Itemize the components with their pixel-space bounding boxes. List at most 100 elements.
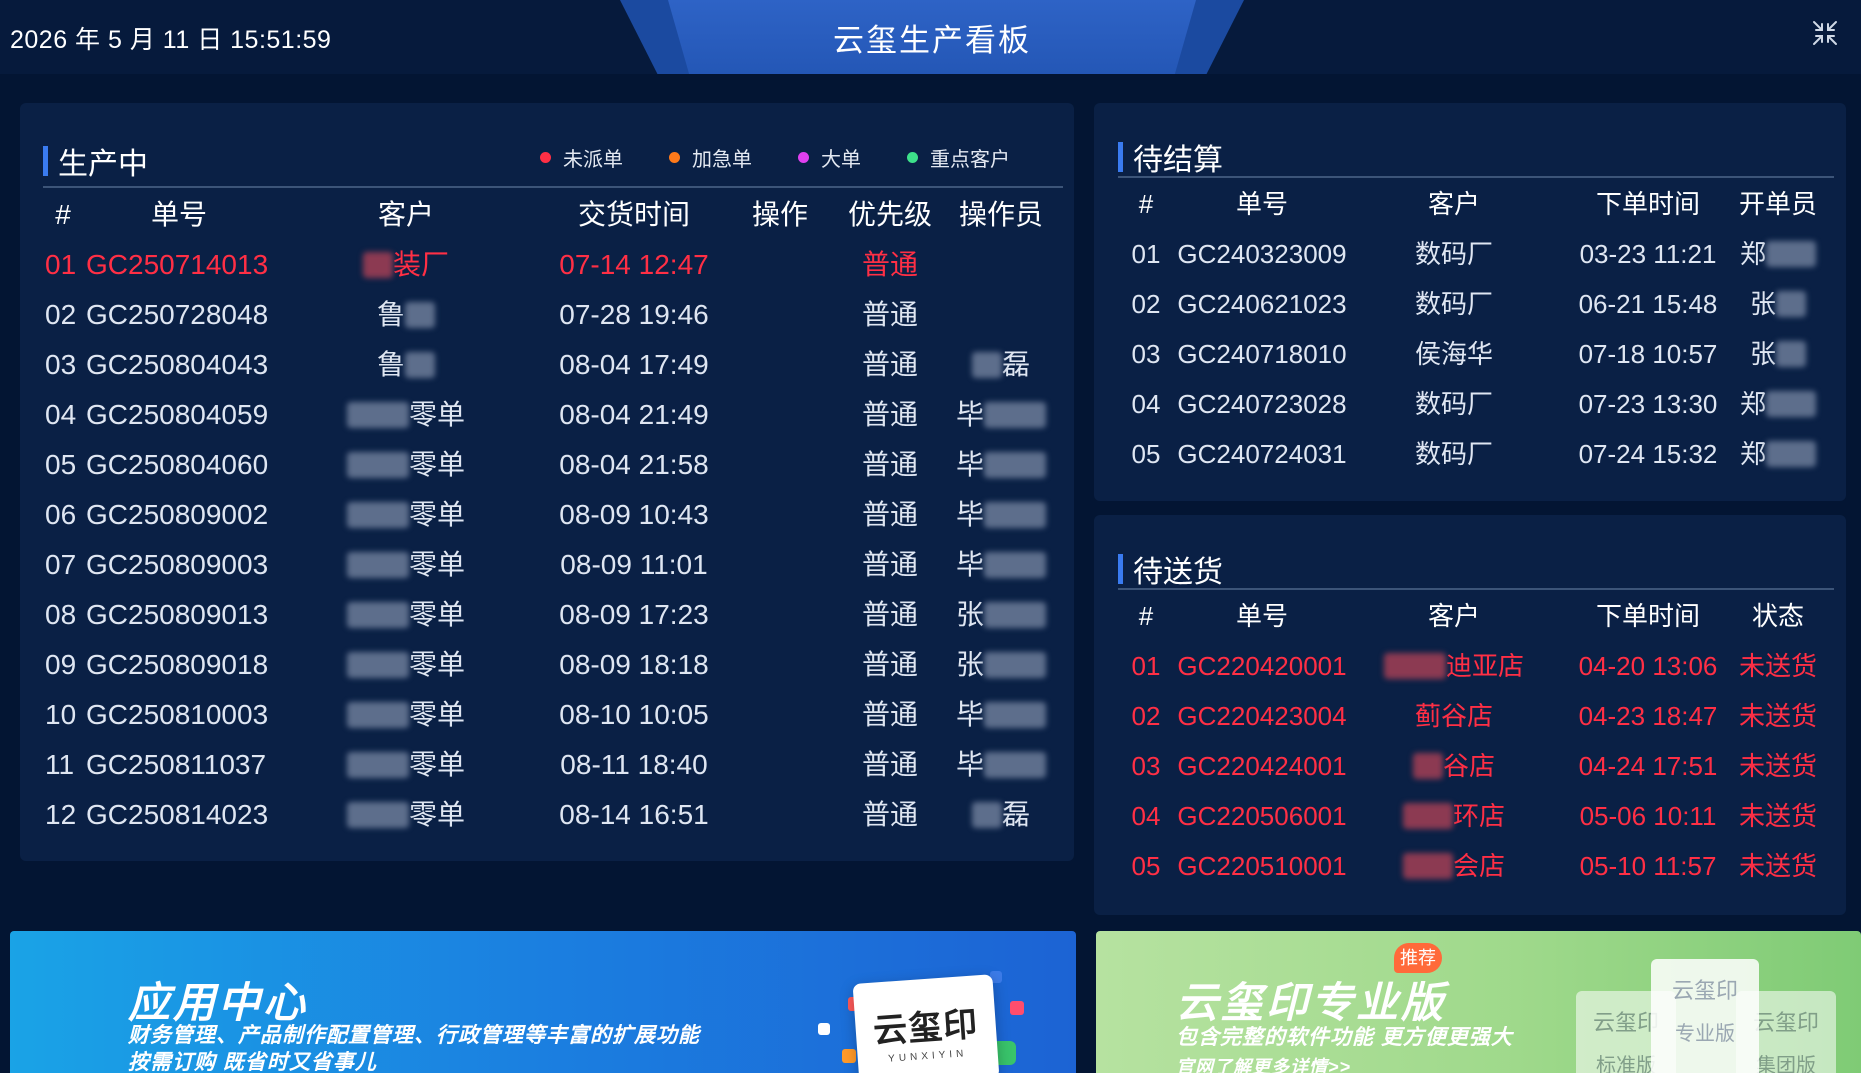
table-row[interactable]: 08 GC250809013 零单 08-09 17:23 普通 张 bbox=[20, 590, 1074, 640]
redacted-text bbox=[984, 402, 1047, 428]
row-operator-text: 张 bbox=[955, 599, 985, 630]
table-row[interactable]: 12 GC250814023 零单 08-14 16:51 普通 磊 bbox=[20, 790, 1074, 840]
row-operator: 张 bbox=[955, 590, 1047, 640]
redacted-text bbox=[1776, 341, 1807, 367]
table-row[interactable]: 02 GC240621023 数码厂 06-21 15:48 张 bbox=[1094, 279, 1846, 329]
pro-edition-banner[interactable]: 云玺印专业版 推荐 包含完整的软件功能 更方便更强大 官网了解更多详情>> 云玺… bbox=[1096, 931, 1861, 1073]
redacted-text bbox=[1776, 291, 1807, 317]
table-row[interactable]: 11 GC250811037 零单 08-11 18:40 普通 毕 bbox=[20, 740, 1074, 790]
table-row[interactable]: 04 GC220506001 环店 05-06 10:11 未送货 bbox=[1094, 791, 1846, 841]
row-idx: 03 bbox=[1131, 751, 1161, 781]
row-order-number: GC220423004 bbox=[1177, 701, 1347, 731]
row-customer: 迪亚店 bbox=[1383, 641, 1525, 691]
table-row[interactable]: 10 GC250810003 零单 08-10 10:05 普通 毕 bbox=[20, 690, 1074, 740]
row-customer-text: 鲁 bbox=[376, 299, 406, 330]
row-customer: 零单 bbox=[346, 390, 466, 440]
redacted-text bbox=[1412, 753, 1443, 779]
row-customer-text: 零单 bbox=[408, 499, 466, 530]
row-idx: 10 bbox=[45, 699, 77, 730]
redacted-text bbox=[984, 602, 1047, 628]
version-logo: 云玺印 bbox=[1752, 1010, 1819, 1035]
table-row[interactable]: 05 GC220510001 会店 05-10 11:57 未送货 bbox=[1094, 841, 1846, 891]
page-title: 云玺生产看板 bbox=[833, 22, 1031, 58]
row-idx: 09 bbox=[45, 649, 77, 680]
row-order-number: GC250728048 bbox=[86, 299, 269, 330]
table-row[interactable]: 03 GC240718010 侯海华 07-18 10:57 张 bbox=[1094, 329, 1846, 379]
row-customer: 零单 bbox=[346, 690, 465, 740]
row-customer: 零单 bbox=[346, 790, 465, 840]
row-clerk-text: 张 bbox=[1749, 339, 1777, 369]
table-row[interactable]: 01 GC250714013 装厂 07-14 12:47 普通 bbox=[20, 240, 1074, 290]
shipping-title-text: 待送货 bbox=[1133, 556, 1223, 589]
row-customer-text: 零单 bbox=[408, 549, 466, 580]
shipping-panel-title: 待送货 bbox=[1118, 547, 1223, 591]
row-operator: 磊 bbox=[971, 790, 1030, 840]
production-panel: 生产中 未派单 加急单 大单 重点客户 # 单号 客户 交货时间 操作 优先级 … bbox=[20, 103, 1074, 861]
row-customer: 零单 bbox=[346, 440, 465, 490]
col-header-priority: 优先级 bbox=[847, 199, 933, 230]
row-delivery-time: 07-14 12:47 bbox=[559, 249, 709, 280]
row-delivery-time: 08-09 18:18 bbox=[559, 649, 709, 680]
table-row[interactable]: 05 GC240724031 数码厂 07-24 15:32 郑 bbox=[1094, 429, 1846, 479]
version-label: 标准版 bbox=[1596, 1055, 1656, 1073]
collapse-arrows-icon[interactable] bbox=[1812, 20, 1838, 46]
col-header-order: 单号 bbox=[150, 199, 208, 230]
row-idx: 04 bbox=[1131, 389, 1161, 419]
row-customer: 会店 bbox=[1402, 841, 1505, 891]
col-header-order: 单号 bbox=[1235, 601, 1289, 631]
table-row[interactable]: 04 GC250804059 零单 08-04 21:49 普通 毕 bbox=[20, 390, 1074, 440]
row-status: 未送货 bbox=[1738, 701, 1818, 731]
row-clerk-text: 郑 bbox=[1739, 389, 1767, 419]
row-order-number: GC240323009 bbox=[1177, 239, 1347, 269]
row-idx: 02 bbox=[45, 299, 77, 330]
row-operator-text: 毕 bbox=[955, 549, 985, 580]
row-customer-text: 零单 bbox=[408, 399, 466, 430]
row-customer: 数码厂 bbox=[1414, 289, 1494, 319]
production-table-header: # 单号 客户 交货时间 操作 优先级 操作员 bbox=[20, 190, 1074, 240]
settlement-panel-title: 待结算 bbox=[1118, 135, 1223, 179]
table-row[interactable]: 02 GC220423004 蓟谷店 04-23 18:47 未送货 bbox=[1094, 691, 1846, 741]
redacted-text bbox=[984, 752, 1047, 778]
row-customer-text: 装厂 bbox=[392, 249, 450, 280]
app-center-banner[interactable]: 应用中心 财务管理、产品制作配置管理、行政管理等丰富的扩展功能 按需订购 既省时… bbox=[10, 931, 1076, 1073]
row-delivery-time: 08-04 21:49 bbox=[559, 399, 709, 430]
row-delivery-time: 07-28 19:46 bbox=[559, 299, 709, 330]
table-row[interactable]: 01 GC240323009 数码厂 03-23 11:21 郑 bbox=[1094, 229, 1846, 279]
table-row[interactable]: 04 GC240723028 数码厂 07-23 13:30 郑 bbox=[1094, 379, 1846, 429]
table-row[interactable]: 03 GC250804043 鲁 08-04 17:49 普通 磊 bbox=[20, 340, 1074, 390]
pro-edition-more-link[interactable]: 官网了解更多详情>> bbox=[1176, 1053, 1351, 1073]
table-row[interactable]: 05 GC250804060 零单 08-04 21:58 普通 毕 bbox=[20, 440, 1074, 490]
row-order-number: GC240723028 bbox=[1177, 389, 1347, 419]
col-header-clerk: 开单员 bbox=[1738, 189, 1818, 219]
table-row[interactable]: 03 GC220424001 谷店 04-24 17:51 未送货 bbox=[1094, 741, 1846, 791]
row-customer: 装厂 bbox=[362, 240, 450, 290]
table-row[interactable]: 07 GC250809003 零单 08-09 11:01 普通 毕 bbox=[20, 540, 1074, 590]
top-header: 2026 年 5 月 11 日 15:51:59 云玺生产看板 bbox=[0, 0, 1861, 74]
row-priority: 普通 bbox=[861, 399, 919, 430]
col-header-order: 单号 bbox=[1235, 189, 1289, 219]
redacted-text bbox=[984, 452, 1047, 478]
row-status: 未送货 bbox=[1738, 851, 1818, 881]
row-order-number: GC250809013 bbox=[86, 599, 269, 630]
row-idx: 05 bbox=[45, 449, 77, 480]
version-card-pro: 云玺印 专业版 bbox=[1651, 959, 1759, 1073]
row-order-number: GC250809018 bbox=[86, 649, 269, 680]
row-customer-text: 迪亚店 bbox=[1445, 651, 1525, 681]
table-row[interactable]: 01 GC220420001 迪亚店 04-20 13:06 未送货 bbox=[1094, 641, 1846, 691]
production-title-text: 生产中 bbox=[58, 148, 148, 181]
table-row[interactable]: 06 GC250809002 零单 08-09 10:43 普通 毕 bbox=[20, 490, 1074, 540]
legend-label: 加急单 bbox=[692, 149, 752, 171]
magenta-dot-icon bbox=[798, 152, 809, 163]
row-idx: 08 bbox=[45, 599, 77, 630]
row-delivery-time: 08-04 21:58 bbox=[559, 449, 709, 480]
table-row[interactable]: 02 GC250728048 鲁 07-28 19:46 普通 bbox=[20, 290, 1074, 340]
redacted-text bbox=[346, 552, 409, 578]
row-order-number: GC250811037 bbox=[86, 749, 267, 780]
row-order-number: GC250804059 bbox=[86, 399, 269, 430]
title-accent-bar bbox=[1118, 142, 1123, 172]
row-clerk: 郑 bbox=[1739, 379, 1817, 429]
row-delivery-time: 08-09 17:23 bbox=[559, 599, 709, 630]
row-operator-text: 毕 bbox=[955, 499, 985, 530]
row-idx: 03 bbox=[45, 349, 77, 380]
table-row[interactable]: 09 GC250809018 零单 08-09 18:18 普通 张 bbox=[20, 640, 1074, 690]
